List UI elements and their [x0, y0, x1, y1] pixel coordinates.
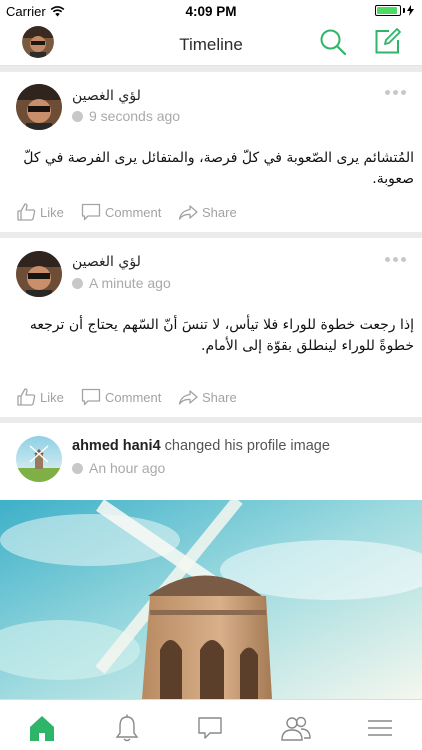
comment-icon: [81, 203, 101, 221]
post-body-text: المُتشائم يرى الصّعوبة في كلّ فرصة، والم…: [23, 150, 414, 187]
tab-friends[interactable]: [280, 714, 311, 742]
avatar: [16, 84, 62, 130]
thumbs-up-icon: [17, 203, 36, 221]
page-title: Timeline: [179, 35, 243, 54]
status-bar: Carrier 4:09 PM: [0, 0, 422, 22]
charging-bolt-icon: [407, 5, 414, 16]
share-button[interactable]: Share: [178, 387, 237, 407]
post-time-label: An hour ago: [89, 460, 166, 476]
status-time: 4:09 PM: [185, 4, 237, 19]
author-avatar[interactable]: [16, 436, 62, 482]
post-actions: Like Comment Share: [0, 202, 422, 226]
post-time-label: A minute ago: [89, 275, 171, 291]
windmill-image: [0, 500, 422, 699]
post-activity-text: changed his profile image: [164, 438, 330, 454]
like-button[interactable]: Like: [16, 387, 64, 407]
comment-button[interactable]: Comment: [81, 202, 161, 222]
avatar: [16, 436, 62, 482]
tab-notifications[interactable]: [113, 714, 141, 742]
like-button[interactable]: Like: [16, 202, 64, 222]
share-icon: [178, 390, 198, 405]
like-label: Like: [40, 389, 64, 405]
comment-label: Comment: [105, 389, 162, 405]
post-photo[interactable]: [0, 500, 422, 699]
more-dots-icon: [385, 257, 390, 262]
globe-icon: [72, 462, 83, 474]
search-button[interactable]: [319, 28, 347, 56]
post-timestamp: An hour ago: [72, 460, 165, 476]
globe-icon: [72, 277, 83, 289]
post-options-button[interactable]: [385, 257, 406, 262]
menu-icon: [368, 720, 392, 736]
post-time-label: 9 seconds ago: [89, 108, 181, 124]
globe-icon: [72, 110, 83, 122]
friends-icon: [281, 716, 311, 741]
more-dots-icon: [385, 90, 390, 95]
comment-button[interactable]: Comment: [81, 387, 161, 407]
compose-button[interactable]: [374, 27, 402, 55]
post-timestamp: 9 seconds ago: [72, 108, 180, 124]
thumbs-up-icon: [17, 388, 36, 406]
tab-bar: [0, 699, 422, 750]
search-icon: [320, 29, 347, 56]
timeline-post: ahmed hani4 changed his profile image An…: [0, 423, 422, 500]
tab-messages[interactable]: [196, 714, 224, 742]
post-activity-line: ahmed hani4 changed his profile image: [72, 438, 330, 454]
share-label: Share: [202, 389, 237, 405]
home-icon: [30, 716, 54, 741]
comment-icon: [81, 388, 101, 406]
share-button[interactable]: Share: [178, 202, 237, 222]
compose-icon: [375, 28, 401, 54]
chat-icon: [198, 717, 222, 739]
comment-label: Comment: [105, 204, 162, 220]
battery-level-bar: [377, 7, 397, 14]
bell-icon: [115, 714, 139, 742]
timeline-post: لؤي الغصين A minute ago إذا رجعت خطوة لل…: [0, 238, 422, 417]
share-icon: [178, 205, 198, 220]
avatar: [16, 251, 62, 297]
post-actions: Like Comment Share: [0, 387, 422, 411]
post-options-button[interactable]: [385, 90, 406, 95]
tab-menu[interactable]: [366, 714, 394, 742]
share-label: Share: [202, 204, 237, 220]
like-label: Like: [40, 204, 64, 220]
timeline-post: لؤي الغصين 9 seconds ago المُتشائم يرى ا…: [0, 72, 422, 232]
battery-indicator: [375, 5, 414, 16]
post-body-text: إذا رجعت خطوة للوراء فلا تيأس، لا تنسَ أ…: [29, 317, 414, 354]
navigation-bar: Timeline: [0, 22, 422, 66]
author-avatar[interactable]: [16, 251, 62, 297]
tab-home[interactable]: [28, 714, 56, 742]
post-author[interactable]: لؤي الغصين: [72, 254, 141, 270]
author-avatar[interactable]: [16, 84, 62, 130]
post-author[interactable]: ahmed hani4: [72, 438, 161, 454]
post-timestamp: A minute ago: [72, 275, 171, 291]
post-author[interactable]: لؤي الغصين: [72, 88, 141, 104]
